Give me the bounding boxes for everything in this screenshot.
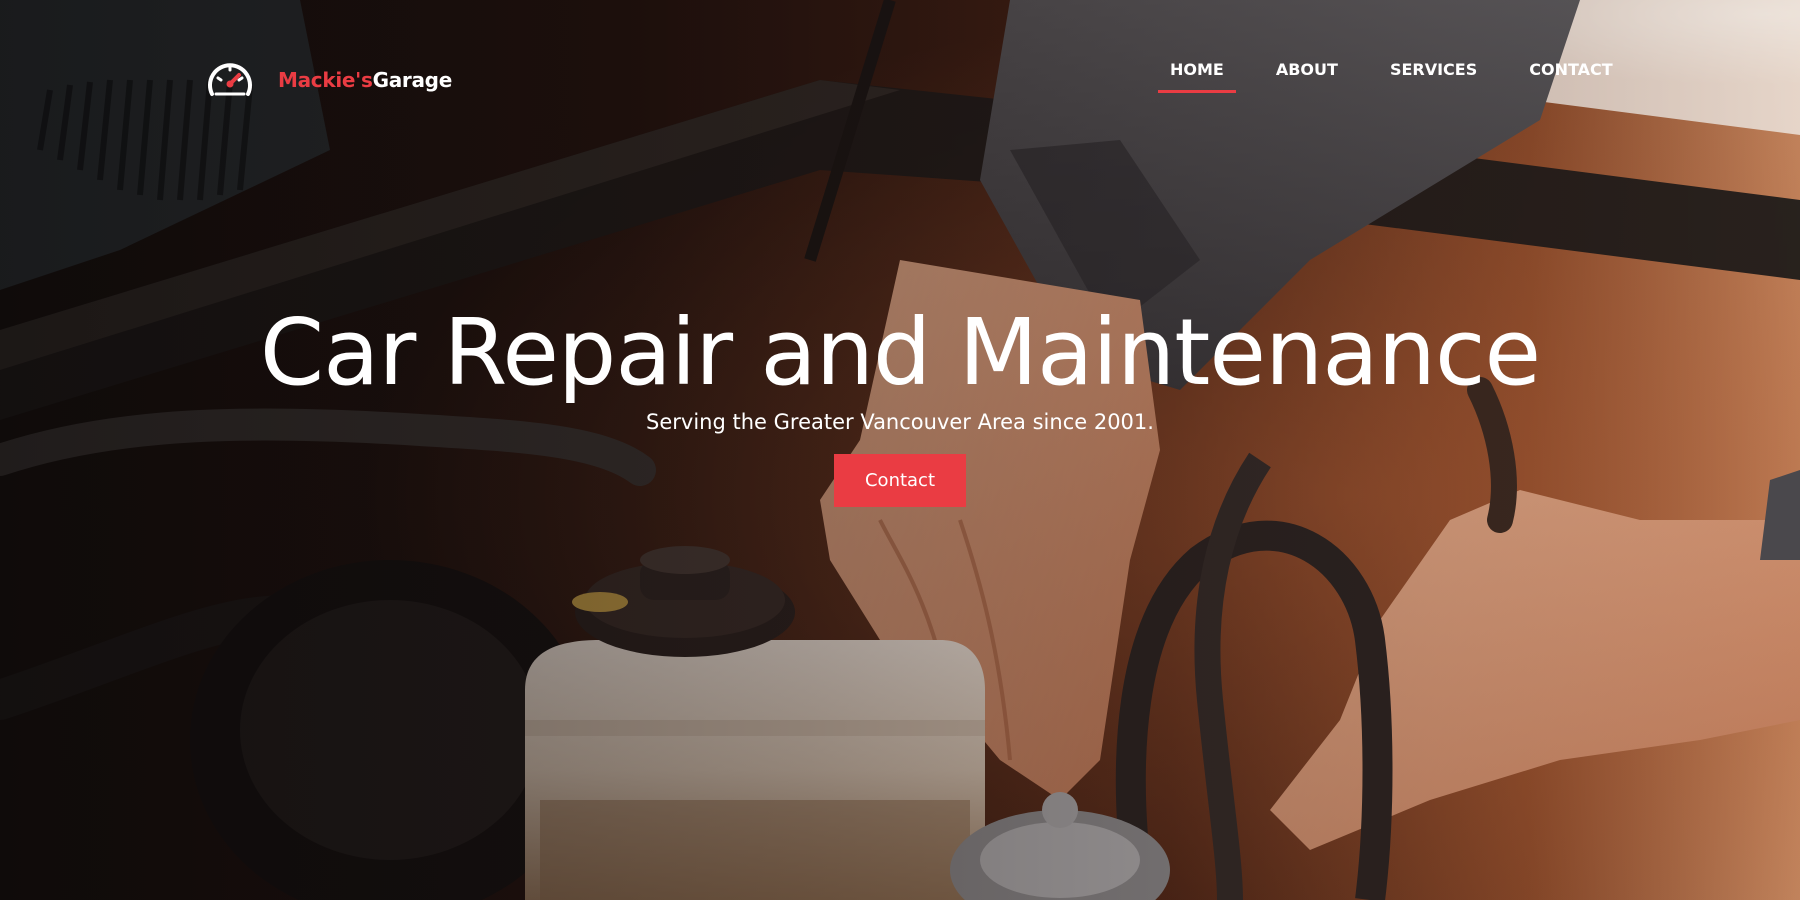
speedometer-icon (206, 56, 254, 104)
hero-subtitle: Serving the Greater Vancouver Area since… (646, 410, 1154, 434)
nav-item-services[interactable]: SERVICES (1390, 60, 1477, 93)
site-logo[interactable]: Mackie'sGarage (206, 56, 452, 104)
logo-name-first: Mackie's (278, 68, 373, 92)
site-header: Mackie'sGarage HOME ABOUT SERVICES CONTA… (0, 0, 1800, 150)
hero-section: Mackie'sGarage HOME ABOUT SERVICES CONTA… (0, 0, 1800, 900)
logo-wordmark: Mackie'sGarage (278, 68, 452, 92)
cta-container: Contact (0, 454, 1800, 507)
contact-button[interactable]: Contact (834, 454, 966, 507)
main-nav: HOME ABOUT SERVICES CONTACT (1158, 60, 1665, 93)
logo-name-second: Garage (372, 68, 453, 92)
nav-item-about[interactable]: ABOUT (1276, 60, 1338, 93)
hero-title: Car Repair and Maintenance (259, 298, 1541, 406)
nav-item-home[interactable]: HOME (1158, 60, 1236, 93)
nav-item-contact[interactable]: CONTACT (1529, 60, 1612, 93)
